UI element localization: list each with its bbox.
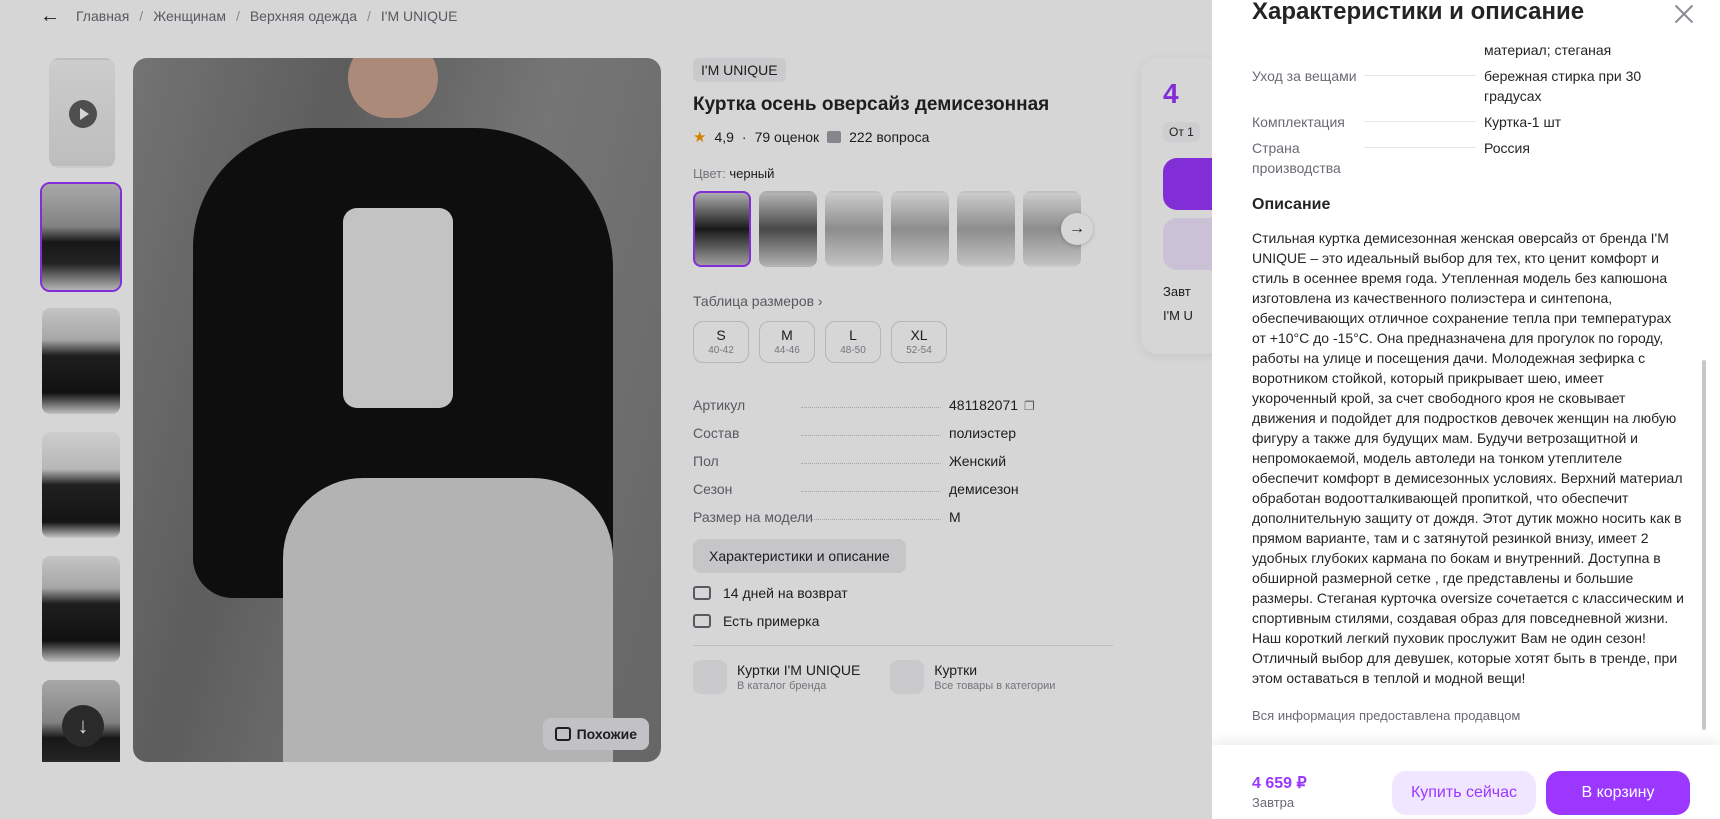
footer-price: 4 659 ₽ bbox=[1252, 775, 1307, 792]
partial-row-value: материал; стеганая bbox=[1484, 42, 1612, 58]
panel-content[interactable]: материал; стеганая Уход за вещами бережн… bbox=[1252, 40, 1684, 740]
delivery-date: Завтра bbox=[1252, 795, 1295, 810]
close-icon[interactable] bbox=[1672, 2, 1696, 26]
description-heading: Описание bbox=[1252, 196, 1331, 213]
characteristic-row: Комплектация Куртка-1 шт bbox=[1252, 114, 1562, 130]
characteristic-row: Страна производства Россия bbox=[1252, 140, 1530, 176]
characteristic-row: Уход за вещами бережная стирка при 30 гр… bbox=[1252, 68, 1642, 104]
description-text: Стильная куртка демисезонная женская ове… bbox=[1252, 230, 1684, 686]
add-to-cart-button[interactable]: В корзину bbox=[1546, 771, 1690, 815]
characteristics-panel: Характеристики и описание материал; стег… bbox=[1212, 0, 1720, 819]
buy-now-button[interactable]: Купить сейчас bbox=[1392, 771, 1536, 815]
modal-backdrop[interactable] bbox=[0, 0, 1212, 819]
panel-footer: 4 659 ₽ Завтра Купить сейчас В корзину bbox=[1212, 745, 1720, 819]
seller-note: Вся информация предоставлена продавцом bbox=[1252, 708, 1521, 723]
scrollbar[interactable] bbox=[1702, 360, 1706, 730]
panel-title: Характеристики и описание bbox=[1252, 0, 1585, 25]
